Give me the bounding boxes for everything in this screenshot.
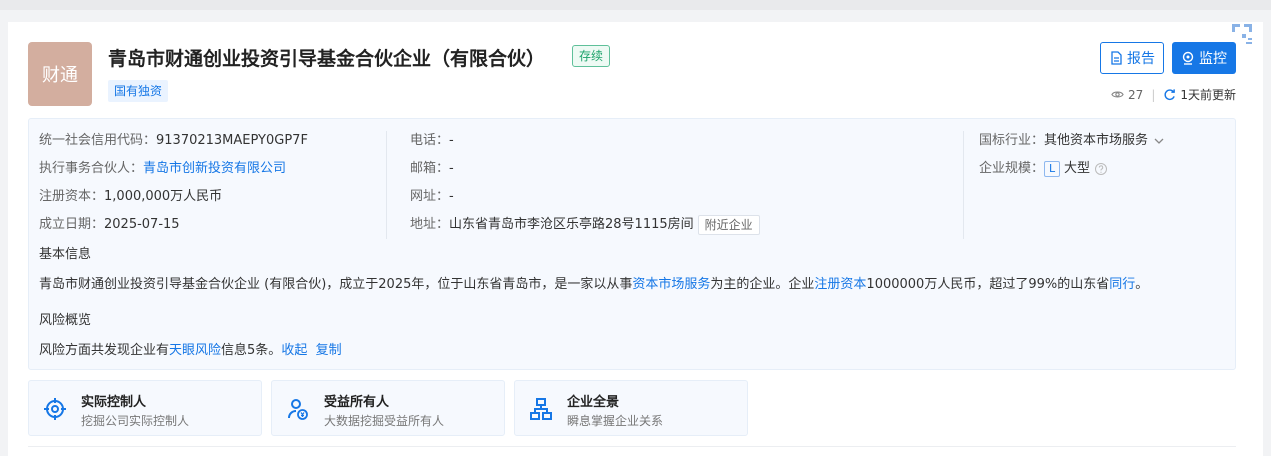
scale-value: 大型: [1064, 161, 1091, 176]
summary-text: 为主的企业。企业: [710, 277, 815, 292]
document-icon: [1111, 51, 1122, 65]
risk-text: 信息5条。: [221, 343, 282, 358]
risk-text: 风险方面共发现企业有: [39, 343, 170, 358]
beneficiary-icon: [288, 399, 308, 420]
info-column-1: 统一社会信用代码： 91370213MAEPY0GP7F 执行事务合伙人： 青岛…: [39, 127, 308, 239]
summary-text: 1000000万人民币，超过了99%的山东省: [866, 277, 1110, 292]
collapse-link[interactable]: 收起: [281, 343, 307, 358]
column-divider: [963, 131, 964, 239]
address-label: 地址：: [410, 217, 450, 232]
credit-code-row: 统一社会信用代码： 91370213MAEPY0GP7F: [39, 127, 308, 155]
website-label: 网址：: [410, 189, 450, 204]
ownership-tag[interactable]: 国有独资: [108, 80, 169, 102]
target-icon: [44, 398, 66, 420]
feature-title: 受益所有人: [324, 395, 390, 410]
partner-row: 执行事务合伙人： 青岛市创新投资有限公司: [39, 155, 308, 183]
status-badge: 存续: [572, 45, 611, 67]
report-button[interactable]: 报告: [1100, 42, 1164, 74]
email-label: 邮箱：: [410, 161, 450, 176]
website-value: -: [449, 189, 454, 204]
help-icon[interactable]: [1094, 162, 1108, 176]
scale-badge: L: [1044, 161, 1061, 177]
org-chart-icon: [530, 398, 552, 420]
page-meta: 27 | 1天前更新: [1111, 86, 1236, 103]
view-count: 27: [1128, 87, 1144, 102]
capital-label: 注册资本：: [39, 189, 105, 204]
updated-time: 1天前更新: [1180, 88, 1236, 102]
email-value: -: [449, 161, 454, 176]
partner-link[interactable]: 青岛市创新投资有限公司: [143, 155, 286, 183]
company-name: 青岛市财通创业投资引导基金合伙企业（有限合伙）: [108, 48, 546, 70]
summary-text: 。: [1135, 277, 1149, 292]
info-column-2: 电话： - 邮箱： - 网址： - 地址： 山东省青岛市李沧区乐亭路28号111…: [410, 127, 760, 239]
address-row: 地址： 山东省青岛市李沧区乐亭路28号1115房间 附近企业: [410, 211, 760, 239]
feature-card-panorama[interactable]: 企业全景 瞬息掌握企业关系: [514, 380, 748, 436]
refresh-icon[interactable]: [1163, 88, 1176, 101]
partner-label: 执行事务合伙人：: [39, 161, 144, 176]
feature-card-beneficiary[interactable]: 受益所有人 大数据挖掘受益所有人: [271, 380, 505, 436]
feature-subtitle: 挖掘公司实际控制人: [81, 414, 190, 428]
summary-text: 青岛市财通创业投资引导基金合伙企业 (有限合伙)，成立于2025年，位于山东省青…: [39, 277, 633, 292]
industry-label: 国标行业：: [979, 133, 1045, 148]
logo-text: 财通: [42, 65, 78, 86]
peers-link[interactable]: 同行: [1109, 277, 1135, 292]
column-divider: [386, 131, 387, 239]
monitor-icon: [1182, 51, 1194, 65]
monitor-label: 监控: [1199, 51, 1227, 67]
risk-link[interactable]: 天眼风险: [169, 343, 221, 358]
phone-row: 电话： -: [410, 127, 760, 155]
nearby-companies-button[interactable]: 附近企业: [697, 215, 760, 235]
scale-row: 企业规模： L 大型: [979, 155, 1166, 183]
basic-info-title: 基本信息: [39, 247, 92, 262]
founded-label: 成立日期：: [39, 217, 105, 232]
basic-info-box: 统一社会信用代码： 91370213MAEPY0GP7F 执行事务合伙人： 青岛…: [28, 118, 1236, 370]
copy-link[interactable]: 复制: [316, 343, 342, 358]
credit-code-value: 91370213MAEPY0GP7F: [156, 133, 308, 148]
phone-value: -: [449, 133, 454, 148]
info-column-3: 国标行业： 其他资本市场服务 企业规模： L 大型: [979, 127, 1166, 183]
company-header-card: 财通 青岛市财通创业投资引导基金合伙企业（有限合伙） 存续 国有独资 报告 监控…: [8, 22, 1263, 456]
eye-icon: [1111, 91, 1124, 98]
feature-subtitle: 瞬息掌握企业关系: [567, 414, 664, 428]
feature-title: 实际控制人: [81, 395, 147, 410]
industry-link[interactable]: 资本市场服务: [632, 277, 710, 292]
feature-title: 企业全景: [567, 395, 620, 410]
credit-code-label: 统一社会信用代码：: [39, 133, 157, 148]
industry-row[interactable]: 国标行业： 其他资本市场服务: [979, 127, 1166, 155]
industry-value: 其他资本市场服务: [1044, 133, 1149, 148]
scale-label: 企业规模：: [979, 161, 1045, 176]
email-row: 邮箱： -: [410, 155, 760, 183]
monitor-button[interactable]: 监控: [1172, 42, 1236, 74]
address-value: 山东省青岛市李沧区乐亭路28号1115房间: [449, 217, 694, 232]
top-bar: [0, 0, 1271, 10]
phone-label: 电话：: [410, 133, 450, 148]
divider: [28, 446, 1236, 447]
founded-row: 成立日期： 2025-07-15: [39, 211, 308, 239]
feature-subtitle: 大数据挖掘受益所有人: [324, 414, 445, 428]
capital-value: 1,000,000万人民币: [104, 189, 223, 204]
risk-summary: 风险方面共发现企业有天眼风险信息5条。收起 复制: [39, 339, 342, 358]
basic-info-summary: 青岛市财通创业投资引导基金合伙企业 (有限合伙)，成立于2025年，位于山东省青…: [39, 273, 1148, 292]
capital-row: 注册资本： 1,000,000万人民币: [39, 183, 308, 211]
feature-card-controller[interactable]: 实际控制人 挖掘公司实际控制人: [28, 380, 262, 436]
chevron-down-icon[interactable]: [1152, 134, 1166, 148]
meta-separator: |: [1151, 87, 1156, 102]
report-label: 报告: [1127, 51, 1155, 67]
company-logo: 财通: [28, 42, 92, 106]
risk-overview-title: 风险概览: [39, 313, 92, 328]
website-row: 网址： -: [410, 183, 760, 211]
registered-capital-link[interactable]: 注册资本: [814, 277, 866, 292]
founded-value: 2025-07-15: [104, 217, 180, 232]
